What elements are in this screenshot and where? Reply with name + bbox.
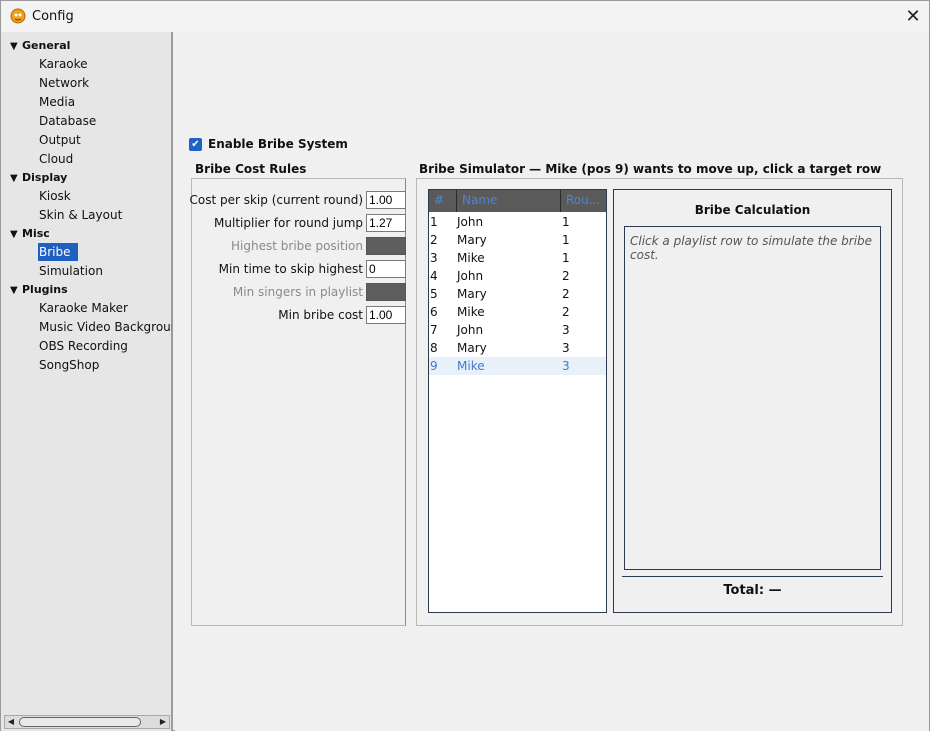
simulator-section-title: Bribe Simulator — Mike (pos 9) wants to … — [419, 162, 882, 176]
horizontal-scrollbar[interactable]: ◀ ▶ — [4, 715, 170, 729]
checkmark-icon: ✔ — [189, 137, 202, 151]
tree-item-music-video-background[interactable]: Music Video Background — [38, 318, 172, 336]
table-row[interactable]: 4 John 2 — [429, 267, 606, 285]
enable-bribe-checkbox[interactable]: ✔ Enable Bribe System — [189, 137, 348, 151]
expand-triangle-icon: ▼ — [10, 229, 18, 240]
tree-item-songshop[interactable]: SongShop — [38, 356, 100, 374]
column-header-number[interactable]: # — [434, 193, 444, 207]
rule-label-min-time: Min time to skip highest — [218, 262, 363, 276]
bribe-simulator-panel: # Name Rou... 1 John 1 2 Mary 1 3 Mike 1… — [416, 178, 903, 626]
expand-triangle-icon: ▼ — [10, 173, 18, 184]
rule-label-cost-per-skip: Cost per skip (current round) — [189, 193, 363, 207]
tree-item-output[interactable]: Output — [38, 131, 82, 149]
min-singers-playlist-input[interactable] — [366, 283, 406, 301]
rule-label-multiplier: Multiplier for round jump — [214, 216, 363, 230]
tree-item-media[interactable]: Media — [38, 93, 76, 111]
close-button[interactable]: ✕ — [897, 1, 929, 32]
scroll-right-icon[interactable]: ▶ — [157, 716, 169, 728]
tree-item-database[interactable]: Database — [38, 112, 97, 130]
rule-label-min-bribe-cost: Min bribe cost — [278, 308, 363, 322]
calc-title: Bribe Calculation — [694, 203, 811, 217]
window-title: Config — [32, 9, 74, 24]
cost-per-skip-input[interactable] — [366, 191, 406, 209]
bribe-cost-rules-panel: Cost per skip (current round) Multiplier… — [189, 178, 406, 626]
column-header-round[interactable]: Rou... — [566, 193, 600, 207]
tree-group-plugins[interactable]: ▼ Plugins — [10, 283, 68, 296]
tree-item-karaoke-maker[interactable]: Karaoke Maker — [38, 299, 129, 317]
rule-label-min-singers: Min singers in playlist — [232, 285, 363, 299]
tree-item-kiosk[interactable]: Kiosk — [38, 187, 72, 205]
playlist-table[interactable]: # Name Rou... 1 John 1 2 Mary 1 3 Mike 1… — [428, 189, 607, 613]
tree-group-general[interactable]: ▼ General — [10, 39, 70, 52]
config-tree: ▼ General Karaoke Network Media Database … — [1, 32, 173, 731]
tree-item-cloud[interactable]: Cloud — [38, 150, 74, 168]
calc-total: Total: — — [723, 583, 782, 598]
rule-label-highest-position: Highest bribe position — [231, 239, 363, 253]
calc-divider — [622, 576, 883, 577]
tree-item-karaoke[interactable]: Karaoke — [38, 55, 89, 73]
rules-section-title: Bribe Cost Rules — [195, 162, 307, 176]
table-row[interactable]: 7 John 3 — [429, 321, 606, 339]
table-row[interactable]: 3 Mike 1 — [429, 249, 606, 267]
scroll-left-icon[interactable]: ◀ — [5, 716, 17, 728]
tree-item-obs-recording[interactable]: OBS Recording — [38, 337, 129, 355]
table-row-selected[interactable]: 9 Mike 3 — [429, 357, 606, 375]
table-row[interactable]: 2 Mary 1 — [429, 231, 606, 249]
table-header: # Name Rou... — [429, 190, 606, 212]
scrollbar-thumb[interactable] — [19, 717, 141, 727]
expand-triangle-icon: ▼ — [10, 41, 18, 52]
min-time-skip-highest-input[interactable] — [366, 260, 406, 278]
config-window: Config ✕ ▼ General Karaoke Network Media … — [0, 0, 930, 731]
calc-hint: Click a playlist row to simulate the bri… — [630, 234, 873, 262]
tree-item-bribe[interactable]: Bribe — [38, 243, 78, 261]
tree-group-display[interactable]: ▼ Display — [10, 171, 67, 184]
app-logo-icon — [10, 8, 26, 24]
calc-details-area: Click a playlist row to simulate the bri… — [624, 226, 881, 570]
settings-panel: ✔ Enable Bribe System Bribe Cost Rules B… — [175, 32, 929, 731]
tree-item-network[interactable]: Network — [38, 74, 90, 92]
bribe-calculation-box: Bribe Calculation Click a playlist row t… — [613, 189, 892, 613]
tree-item-simulation[interactable]: Simulation — [38, 262, 104, 280]
column-header-name[interactable]: Name — [462, 193, 497, 207]
close-icon: ✕ — [905, 6, 921, 27]
title-bar: Config ✕ — [1, 1, 929, 32]
expand-triangle-icon: ▼ — [10, 285, 18, 296]
table-row[interactable]: 1 John 1 — [429, 213, 606, 231]
table-row[interactable]: 5 Mary 2 — [429, 285, 606, 303]
multiplier-round-jump-input[interactable] — [366, 214, 406, 232]
table-row[interactable]: 8 Mary 3 — [429, 339, 606, 357]
tree-group-misc[interactable]: ▼ Misc — [10, 227, 50, 240]
min-bribe-cost-input[interactable] — [366, 306, 406, 324]
table-row[interactable]: 6 Mike 2 — [429, 303, 606, 321]
highest-bribe-position-input[interactable] — [366, 237, 406, 255]
tree-item-skin-layout[interactable]: Skin & Layout — [38, 206, 123, 224]
